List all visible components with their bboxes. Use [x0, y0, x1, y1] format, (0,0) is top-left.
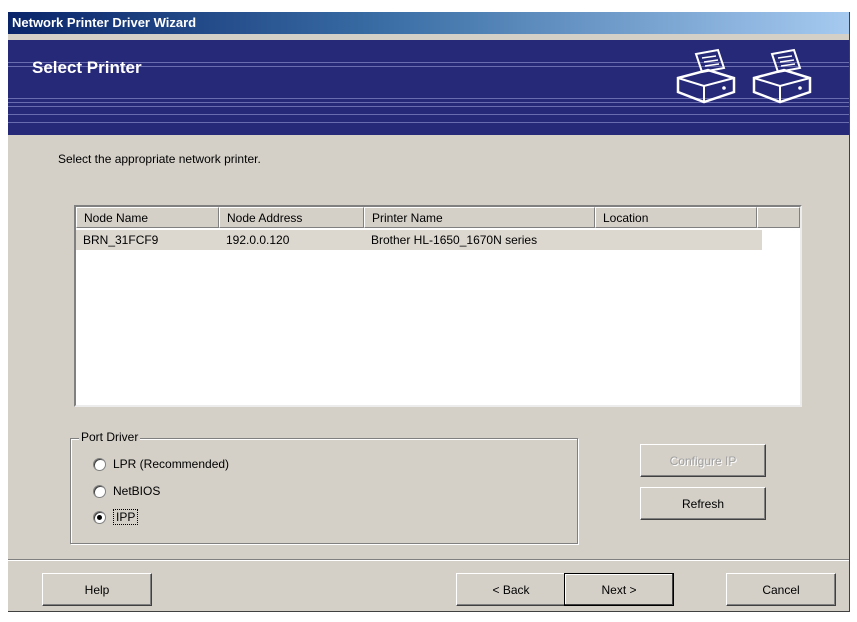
wizard-window: Network Printer Driver Wizard Select Pri… — [8, 12, 850, 612]
cancel-button[interactable]: Cancel — [726, 573, 836, 606]
column-header-filler — [757, 207, 800, 228]
next-button[interactable]: Next > — [564, 573, 674, 606]
cell-node-address: 192.0.0.120 — [226, 233, 290, 247]
banner-line — [8, 114, 849, 115]
window-title: Network Printer Driver Wizard — [12, 15, 197, 30]
configure-ip-button[interactable]: Configure IP — [640, 444, 766, 477]
back-button[interactable]: < Back — [456, 573, 566, 606]
printer-icon — [676, 48, 736, 104]
radio-button[interactable] — [93, 457, 106, 471]
cell-node-name: BRN_31FCF9 — [83, 233, 159, 247]
radio-ipp[interactable]: IPP — [93, 508, 139, 526]
radio-button-selected[interactable] — [93, 510, 106, 524]
refresh-button[interactable]: Refresh — [640, 487, 766, 520]
cell-printer-name: Brother HL-1650_1670N series — [371, 233, 538, 247]
radio-netbios[interactable]: NetBIOS — [93, 482, 160, 500]
divider — [8, 559, 849, 561]
port-driver-label: Port Driver — [79, 430, 141, 444]
banner-line — [8, 122, 849, 123]
page-title: Select Printer — [32, 58, 142, 77]
cell-location — [595, 230, 757, 250]
radio-dot-icon — [97, 514, 102, 520]
printer-icon — [752, 48, 812, 104]
column-header-location[interactable]: Location — [595, 207, 757, 228]
list-header: Node Name Node Address Printer Name Loca… — [76, 207, 800, 228]
column-header-printer-name[interactable]: Printer Name — [364, 207, 595, 228]
radio-label-netbios: NetBIOS — [113, 484, 161, 498]
column-header-node-name[interactable]: Node Name — [76, 207, 219, 228]
port-driver-group: Port Driver LPR (Recommended) NetBIOS IP… — [70, 430, 578, 544]
radio-label-lpr: LPR (Recommended) — [113, 457, 230, 471]
title-bar[interactable]: Network Printer Driver Wizard — [8, 12, 849, 34]
radio-button[interactable] — [93, 484, 106, 498]
printer-list[interactable]: Node Name Node Address Printer Name Loca… — [74, 205, 802, 407]
radio-lpr[interactable]: LPR (Recommended) — [93, 455, 229, 473]
header-banner: Select Printer — [8, 40, 849, 135]
banner-line — [8, 106, 849, 107]
table-row[interactable]: BRN_31FCF9 192.0.0.120 Brother HL-1650_1… — [76, 230, 762, 250]
instruction-text: Select the appropriate network printer. — [58, 152, 261, 166]
radio-label-ipp: IPP — [113, 509, 139, 525]
help-button[interactable]: Help — [42, 573, 152, 606]
column-header-node-address[interactable]: Node Address — [219, 207, 364, 228]
